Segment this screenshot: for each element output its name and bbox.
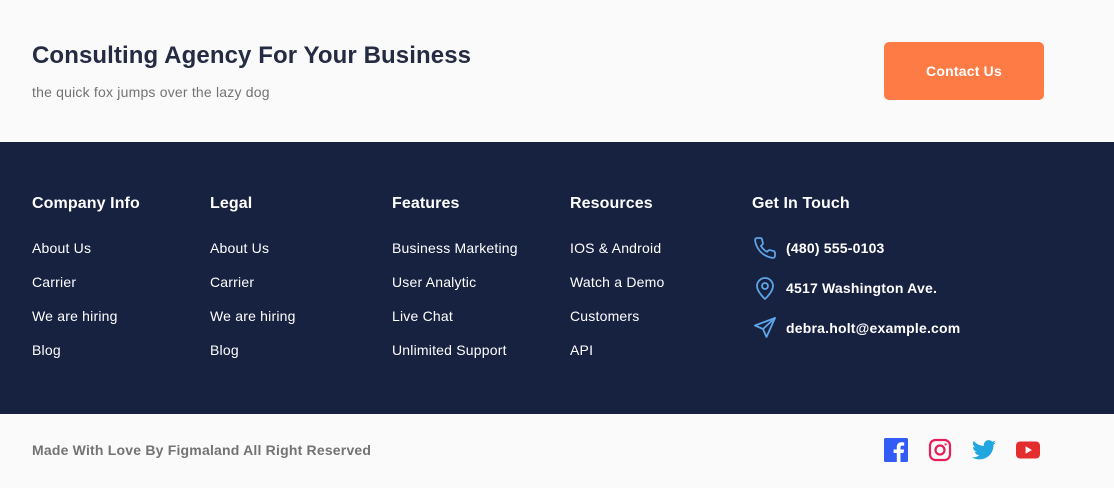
column-title: Legal	[210, 195, 253, 212]
column-title: Features	[392, 195, 460, 212]
copyright-text: Made With Love By Figmaland All Right Re…	[32, 442, 372, 458]
footer-link[interactable]: Carrier	[210, 270, 296, 304]
street-address: 4517 Washington Ave.	[786, 280, 938, 296]
footer-link[interactable]: Customers	[570, 304, 664, 338]
footer-column-resources: Resources IOS & Android Watch a Demo Cus…	[570, 194, 664, 372]
banner-subtitle: the quick fox jumps over the lazy dog	[32, 84, 270, 100]
footer-link[interactable]: Carrier	[32, 270, 140, 304]
footer-link[interactable]: Blog	[32, 338, 140, 372]
footer-link[interactable]: Live Chat	[392, 304, 518, 338]
footer-column-features: Features Business Marketing User Analyti…	[392, 194, 518, 372]
contact-us-button[interactable]: Contact Us	[884, 42, 1044, 100]
twitter-icon[interactable]	[972, 438, 996, 462]
column-title: Get In Touch	[752, 195, 850, 212]
facebook-icon[interactable]	[884, 438, 908, 462]
phone-number[interactable]: (480) 555-0103	[786, 236, 885, 260]
footer-link[interactable]: Watch a Demo	[570, 270, 664, 304]
phone-icon	[752, 235, 778, 261]
column-title: Resources	[570, 195, 653, 212]
footer-column-get-in-touch: Get In Touch (480) 555-0103 4517 Washing…	[752, 194, 960, 356]
banner-title: Consulting Agency For Your Business	[32, 42, 472, 69]
footer-link[interactable]: User Analytic	[392, 270, 518, 304]
footer-link[interactable]: About Us	[210, 236, 296, 270]
youtube-icon[interactable]	[1016, 438, 1040, 462]
footer-link[interactable]: We are hiring	[32, 304, 140, 338]
footer-column-company-info: Company Info About Us Carrier We are hir…	[32, 194, 140, 372]
footer-link[interactable]: API	[570, 338, 664, 372]
contact-email: debra.holt@example.com	[752, 316, 960, 356]
social-links	[884, 438, 1040, 462]
instagram-icon[interactable]	[928, 438, 952, 462]
cta-banner: Consulting Agency For Your Business the …	[0, 0, 1114, 142]
footer-link[interactable]: Unlimited Support	[392, 338, 518, 372]
copyright-bar: Made With Love By Figmaland All Right Re…	[0, 414, 1114, 488]
footer-link[interactable]: About Us	[32, 236, 140, 270]
contact-address: 4517 Washington Ave.	[752, 276, 960, 316]
footer-link[interactable]: Blog	[210, 338, 296, 372]
footer-link[interactable]: IOS & Android	[570, 236, 664, 270]
footer-links-section: Company Info About Us Carrier We are hir…	[0, 142, 1114, 414]
column-title: Company Info	[32, 195, 140, 212]
email-address[interactable]: debra.holt@example.com	[786, 316, 960, 340]
footer-column-legal: Legal About Us Carrier We are hiring Blo…	[210, 194, 296, 372]
footer-link[interactable]: Business Marketing	[392, 236, 518, 270]
contact-phone: (480) 555-0103	[752, 236, 960, 276]
footer-link[interactable]: We are hiring	[210, 304, 296, 338]
location-pin-icon	[752, 275, 778, 301]
send-icon	[752, 315, 778, 341]
